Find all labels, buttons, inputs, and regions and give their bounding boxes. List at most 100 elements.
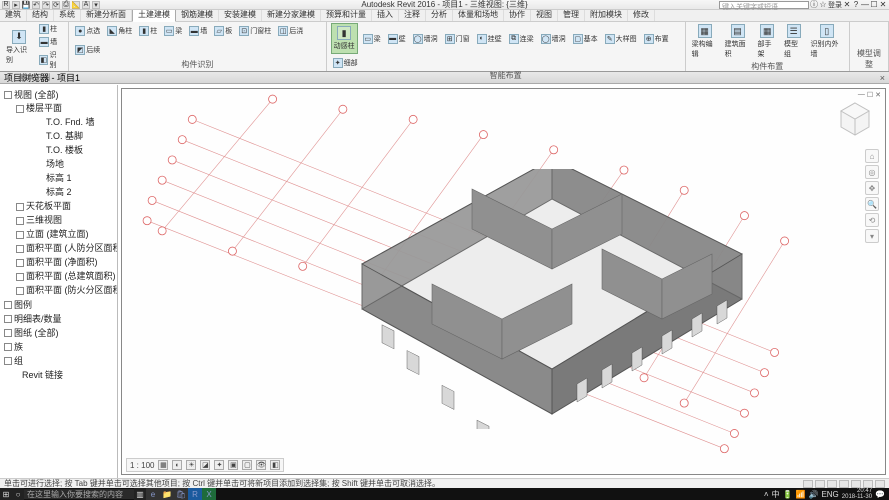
btn-import[interactable]: ⬇导入识别 bbox=[4, 29, 34, 66]
tray-network-icon[interactable]: 📶 bbox=[796, 490, 806, 499]
rendering-icon[interactable]: ✦ bbox=[214, 460, 224, 470]
btn-wall[interactable]: ▬墙 bbox=[37, 36, 64, 48]
btn-beam[interactable]: ▭梁 bbox=[162, 25, 184, 37]
sb-design-icon[interactable] bbox=[827, 480, 837, 488]
cortana-icon[interactable]: ○ bbox=[12, 488, 24, 500]
nav-pan-icon[interactable]: ✥ bbox=[865, 181, 879, 195]
tree-level1[interactable]: 标高 1 bbox=[26, 170, 115, 184]
tree-an4[interactable]: 面积平面 (防火分区面积) bbox=[14, 283, 115, 297]
maximize-button[interactable]: ☐ bbox=[870, 1, 878, 9]
sb-editable-icon[interactable] bbox=[815, 480, 825, 488]
tree-views[interactable]: 视图 (全部) 楼层平面 T.O. Fnd. 墙 T.O. 基脚 T.O. 楼板… bbox=[2, 87, 115, 297]
tree-an3[interactable]: 面积平面 (总建筑面积) bbox=[14, 269, 115, 283]
tree-fnd[interactable]: T.O. Fnd. 墙 bbox=[26, 114, 115, 128]
app-revit[interactable]: R bbox=[188, 488, 202, 500]
app-excel[interactable]: X bbox=[202, 488, 216, 500]
login-button[interactable]: 登录 bbox=[828, 1, 842, 9]
btn-model-group[interactable]: ☰模型组 bbox=[782, 23, 805, 60]
tree-footing[interactable]: T.O. 基脚 bbox=[26, 128, 115, 142]
app-store[interactable]: 🛍 bbox=[174, 488, 188, 500]
tray-ime[interactable]: 中 bbox=[772, 489, 780, 500]
btn-door[interactable]: ⊡门窗柱 bbox=[237, 25, 273, 37]
help-icon[interactable]: ? bbox=[852, 1, 860, 9]
taskview-icon[interactable]: ▥ bbox=[134, 488, 146, 500]
sb-drag-icon[interactable] bbox=[863, 480, 873, 488]
sb-filter2-icon[interactable] bbox=[875, 480, 885, 488]
btn-col2[interactable]: ▮柱 bbox=[137, 25, 159, 37]
qat-open-icon[interactable]: ▸ bbox=[12, 1, 20, 9]
help-search-input[interactable]: 键入关键字或短语 bbox=[719, 1, 809, 9]
temp-hide-icon[interactable]: 👁 bbox=[256, 460, 266, 470]
app-edge[interactable]: e bbox=[146, 488, 160, 500]
tree-an2[interactable]: 面积平面 (净面积) bbox=[14, 255, 115, 269]
nav-wheel-icon[interactable]: ◎ bbox=[865, 165, 879, 179]
sb-worksets-icon[interactable] bbox=[803, 480, 813, 488]
btn-then[interactable]: ◩后续 bbox=[73, 44, 102, 56]
btn-sbeam[interactable]: ▭梁 bbox=[361, 33, 383, 45]
building-model[interactable] bbox=[302, 169, 772, 429]
tree-an1[interactable]: 面积平面 (人防分区面积) bbox=[14, 241, 115, 255]
btn-slab[interactable]: ▱板 bbox=[212, 25, 234, 37]
btn-column[interactable]: ▮柱 bbox=[37, 23, 64, 35]
exchange-icon[interactable]: ✕ bbox=[843, 1, 851, 9]
btn-link[interactable]: ⧉连梁 bbox=[507, 33, 536, 45]
qat-save-icon[interactable]: 💾 bbox=[22, 1, 30, 9]
tree-elev[interactable]: 立面 (建筑立面) bbox=[14, 227, 115, 241]
btn-corner[interactable]: ◣角柱 bbox=[105, 25, 134, 37]
btn-inout[interactable]: ▯识别内外墙 bbox=[808, 23, 844, 60]
sun-path-icon[interactable]: ☀ bbox=[186, 460, 196, 470]
viewcube[interactable] bbox=[835, 99, 875, 139]
btn-area[interactable]: ▤建筑面积 bbox=[723, 23, 753, 60]
btn-win[interactable]: ⊞门窗 bbox=[443, 33, 472, 45]
sb-select-icon[interactable] bbox=[839, 480, 849, 488]
tray-battery-icon[interactable]: 🔋 bbox=[783, 490, 793, 499]
nav-home-icon[interactable]: ⌂ bbox=[865, 149, 879, 163]
tree-floor-plans[interactable]: 楼层平面 T.O. Fnd. 墙 T.O. 基脚 T.O. 楼板 场地 标高 1… bbox=[14, 101, 115, 199]
crop-icon[interactable]: ▣ bbox=[228, 460, 238, 470]
btn-hang[interactable]: ◐挂壁 bbox=[475, 33, 504, 45]
info-icon[interactable]: ⓘ bbox=[810, 1, 818, 9]
qat-sync-icon[interactable]: ⟳ bbox=[52, 1, 60, 9]
tray-notifications-icon[interactable]: 💬 bbox=[875, 490, 885, 499]
qat-undo-icon[interactable]: ↶ bbox=[32, 1, 40, 9]
nav-orbit-icon[interactable]: ⟲ bbox=[865, 213, 879, 227]
tree-families[interactable]: 族 bbox=[2, 339, 115, 353]
tree-legend[interactable]: 图例 bbox=[2, 297, 115, 311]
tree-level2[interactable]: 标高 2 bbox=[26, 184, 115, 198]
tree-schedules[interactable]: 明细表/数量 bbox=[2, 311, 115, 325]
scale-value[interactable]: 1 : 100 bbox=[130, 461, 154, 470]
detail-level-icon[interactable]: ▦ bbox=[158, 460, 168, 470]
btn-wall2[interactable]: ▬墙 bbox=[187, 25, 209, 37]
close-button[interactable]: ✕ bbox=[879, 1, 887, 9]
visual-style-icon[interactable]: ◐ bbox=[172, 460, 182, 470]
btn-detail[interactable]: ✎大样图 bbox=[603, 33, 639, 45]
btn-place[interactable]: ⊕布置 bbox=[642, 33, 671, 45]
app-explorer[interactable]: 📁 bbox=[160, 488, 174, 500]
btn-dyn-col[interactable]: ▮动感柱 bbox=[331, 23, 358, 54]
nav-zoom-icon[interactable]: 🔍 bbox=[865, 197, 879, 211]
btn-pick[interactable]: ●点选 bbox=[73, 25, 102, 37]
star-icon[interactable]: ☆ bbox=[819, 1, 827, 9]
btn-hole[interactable]: ◯墙洞 bbox=[411, 33, 440, 45]
qat-more-icon[interactable]: A bbox=[82, 1, 90, 9]
nav-expand-icon[interactable]: ▾ bbox=[865, 229, 879, 243]
tray-chevron-icon[interactable]: ˄ bbox=[764, 490, 769, 499]
app-icon[interactable]: R bbox=[2, 1, 10, 9]
btn-fine[interactable]: ✦细部 bbox=[331, 57, 360, 69]
crop-visible-icon[interactable]: ▢ bbox=[242, 460, 252, 470]
shadows-icon[interactable]: ◪ bbox=[200, 460, 210, 470]
browser-close-icon[interactable]: × bbox=[880, 73, 889, 83]
project-browser[interactable]: 视图 (全部) 楼层平面 T.O. Fnd. 墙 T.O. 基脚 T.O. 楼板… bbox=[0, 85, 118, 478]
tray-date[interactable]: 2018-11-30 bbox=[842, 494, 872, 500]
btn-base[interactable]: ▢基本 bbox=[571, 33, 600, 45]
taskbar-search[interactable]: 在这里输入你要搜索的内容 bbox=[24, 489, 134, 499]
btn-post[interactable]: ◫后浇 bbox=[276, 25, 305, 37]
reveal-icon[interactable]: ◧ bbox=[270, 460, 280, 470]
qat-dropdown-icon[interactable]: ▾ bbox=[92, 1, 100, 9]
qat-redo-icon[interactable]: ↷ bbox=[42, 1, 50, 9]
btn-scaffold[interactable]: ▦部手架 bbox=[756, 23, 779, 60]
qat-measure-icon[interactable]: 📐 bbox=[72, 1, 80, 9]
minimize-button[interactable]: — bbox=[861, 1, 869, 9]
sb-filter-icon[interactable] bbox=[851, 480, 861, 488]
tree-3d[interactable]: 三维视图 bbox=[14, 213, 115, 227]
